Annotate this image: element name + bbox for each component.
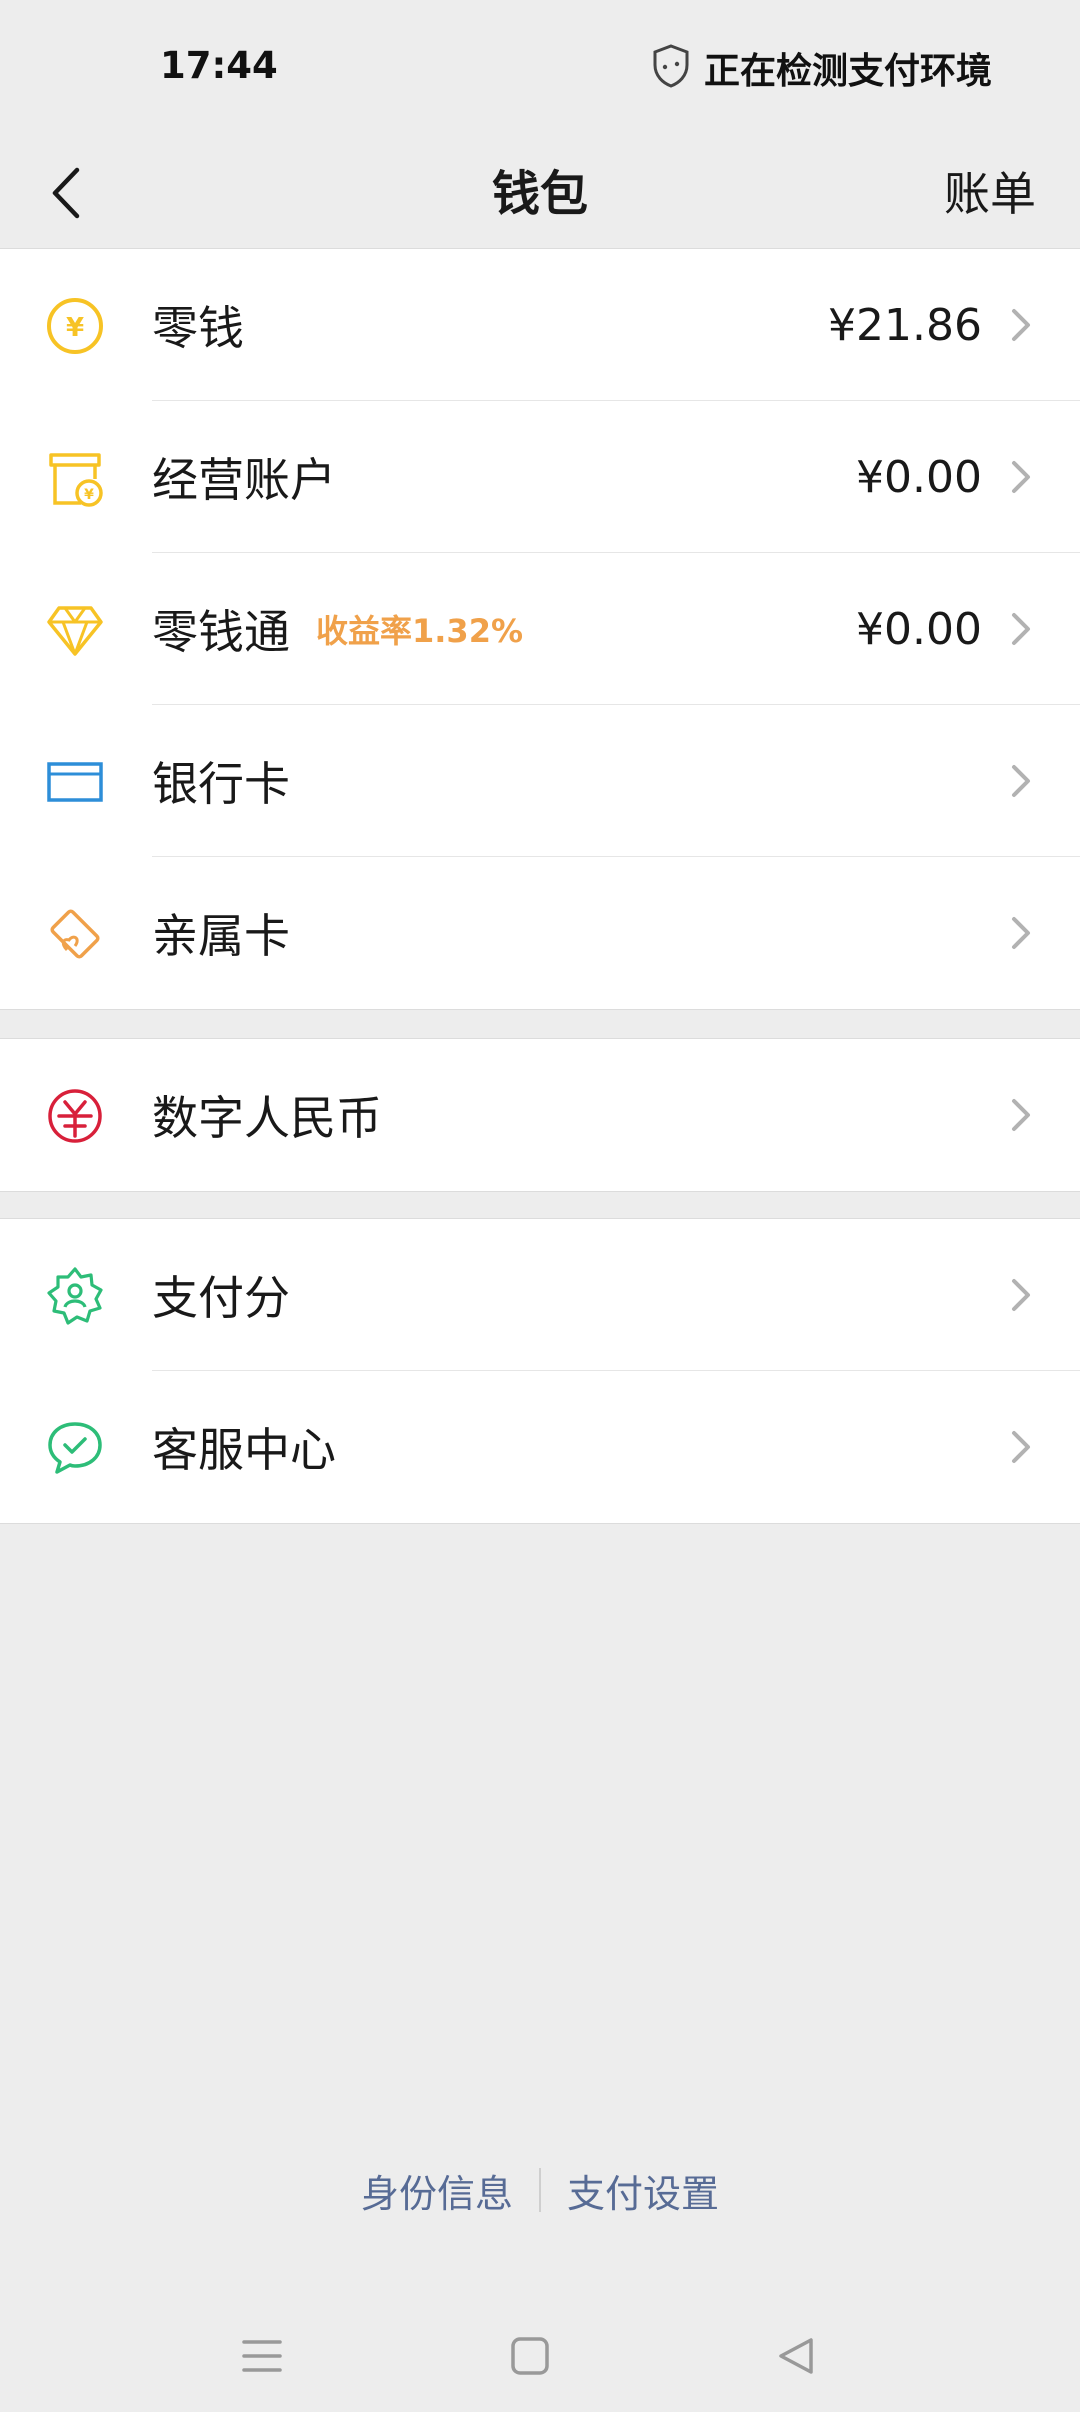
payment-settings-link[interactable]: 支付设置 xyxy=(541,2163,745,2218)
security-status-text: 正在检测支付环境 xyxy=(703,51,992,92)
change-balance: ¥21.86 xyxy=(828,299,982,351)
wallet-item-label: 银行卡 xyxy=(152,757,290,811)
lingqiantong-label: 零钱通 xyxy=(152,605,290,659)
customer-service-icon xyxy=(44,1417,106,1479)
status-bar: 17:44 正在检测支付环境 xyxy=(0,0,1080,140)
chevron-right-icon xyxy=(1012,613,1030,645)
menu-button[interactable] xyxy=(232,2326,292,2386)
wallet-item-change[interactable]: ¥ 零钱 ¥21.86 xyxy=(0,249,1080,401)
store-icon: ¥ xyxy=(44,447,106,509)
wallet-item-label: 经营账户 xyxy=(152,453,336,507)
services-group: 支付分 客服中心 xyxy=(0,1218,1080,1524)
chevron-right-icon xyxy=(1012,917,1030,949)
svg-text:¥: ¥ xyxy=(84,487,94,503)
digital-rmb-group: 数字人民币 xyxy=(0,1038,1080,1192)
yield-rate-badge: 收益率1.32% xyxy=(316,612,524,650)
identity-info-link[interactable]: 身份信息 xyxy=(335,2163,539,2218)
service-item-label: 支付分 xyxy=(152,1271,290,1325)
wallet-item-label: 亲属卡 xyxy=(152,909,290,963)
service-item-label: 客服中心 xyxy=(152,1423,336,1477)
page-title: 钱包 xyxy=(491,166,588,222)
shield-icon xyxy=(650,43,692,93)
home-square-icon xyxy=(511,2337,549,2375)
back-nav-button[interactable] xyxy=(766,2326,826,2386)
chevron-right-icon xyxy=(1012,1279,1030,1311)
bank-card-icon xyxy=(44,751,106,813)
payment-environment-status: 正在检测支付环境 xyxy=(650,40,992,96)
wallet-item-label: 零钱 xyxy=(152,301,244,355)
chevron-right-icon xyxy=(1012,765,1030,797)
footer-links: 身份信息 支付设置 xyxy=(0,2160,1080,2220)
chevron-right-icon xyxy=(1012,461,1030,493)
chevron-right-icon xyxy=(1012,309,1030,341)
wallet-item-lingqiantong[interactable]: 零钱通 收益率1.32% ¥0.00 xyxy=(0,553,1080,705)
pay-score-icon xyxy=(44,1265,106,1327)
nav-bar: 钱包 账单 xyxy=(0,140,1080,248)
wallet-item-label: 零钱通 收益率1.32% xyxy=(152,553,523,705)
service-item-pay-score[interactable]: 支付分 xyxy=(0,1219,1080,1371)
chevron-right-icon xyxy=(1012,1431,1030,1463)
wallet-item-business-account[interactable]: ¥ 经营账户 ¥0.00 xyxy=(0,401,1080,553)
digital-rmb-label: 数字人民币 xyxy=(152,1091,382,1145)
wallet-group: ¥ 零钱 ¥21.86 ¥ 经营账户 ¥0.00 零钱通 收益率1.32% ¥0… xyxy=(0,248,1080,1010)
yuan-coin-icon: ¥ xyxy=(44,295,106,357)
bill-button[interactable]: 账单 xyxy=(944,154,1036,234)
svg-text:¥: ¥ xyxy=(66,313,84,343)
business-account-balance: ¥0.00 xyxy=(856,451,982,503)
wallet-item-family-card[interactable]: 亲属卡 xyxy=(0,857,1080,1009)
system-nav-bar xyxy=(0,2300,1080,2412)
home-button[interactable] xyxy=(500,2326,560,2386)
lingqiantong-balance: ¥0.00 xyxy=(856,603,982,655)
chevron-right-icon xyxy=(1012,1099,1030,1131)
back-triangle-icon xyxy=(779,2338,813,2374)
family-card-icon xyxy=(44,903,106,965)
digital-rmb-item[interactable]: 数字人民币 xyxy=(0,1039,1080,1191)
status-time: 17:44 xyxy=(160,44,278,87)
wallet-item-bank-card[interactable]: 银行卡 xyxy=(0,705,1080,857)
digital-rmb-icon xyxy=(44,1085,106,1147)
menu-icon xyxy=(242,2340,282,2372)
diamond-icon xyxy=(44,599,106,661)
service-item-customer-service[interactable]: 客服中心 xyxy=(0,1371,1080,1523)
